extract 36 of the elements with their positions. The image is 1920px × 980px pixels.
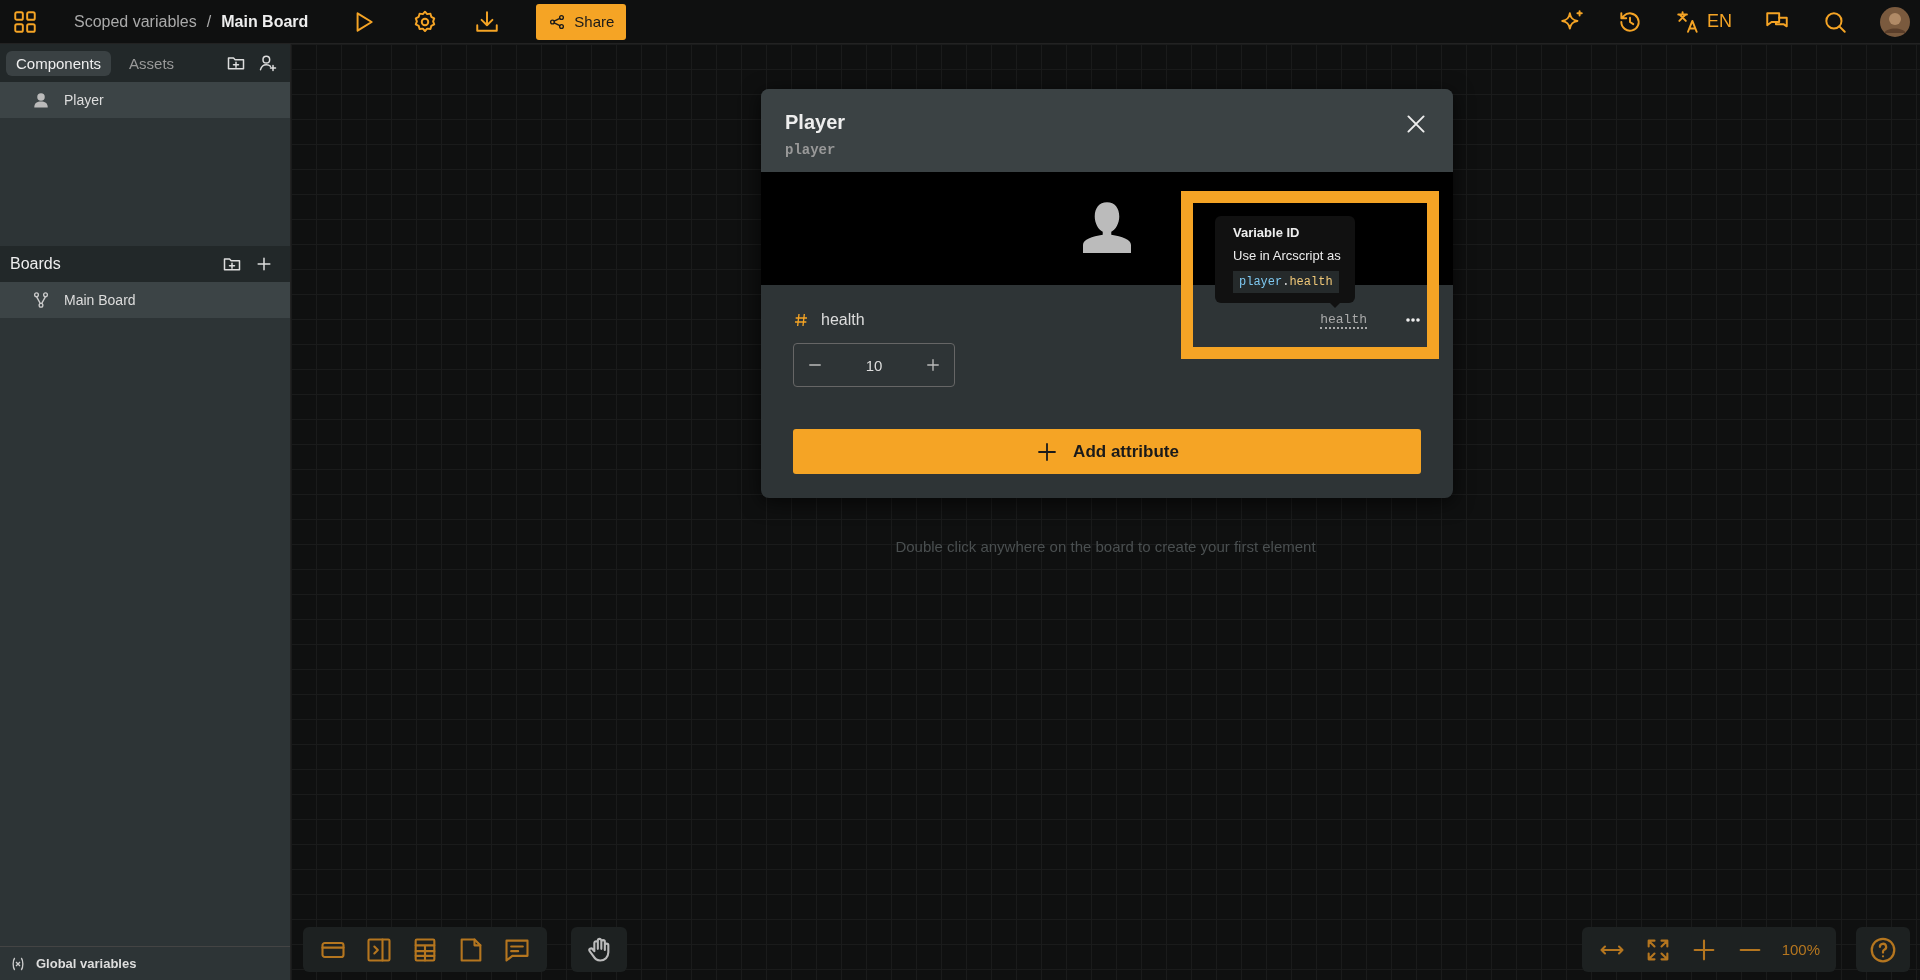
number-icon xyxy=(793,312,809,328)
sidebar-tab[interactable]: Assets xyxy=(119,50,185,76)
breadcrumb-link[interactable]: Main Board xyxy=(221,12,309,31)
share-icon xyxy=(548,12,567,31)
zoom-level: 100% xyxy=(1781,941,1820,958)
person-icon xyxy=(32,91,50,109)
download-icon[interactable] xyxy=(474,8,501,35)
sidebar-tab[interactable]: Components xyxy=(6,50,112,76)
section-title: Boards xyxy=(10,255,61,273)
translate-icon[interactable] xyxy=(1675,8,1701,35)
board-item[interactable]: Main Board xyxy=(0,282,290,318)
tooltip-text: Use in Arcscript as xyxy=(1233,248,1341,263)
breadcrumb-separator: / xyxy=(206,12,212,31)
plus-icon[interactable] xyxy=(924,356,942,374)
attribute-name: health xyxy=(821,311,865,329)
breadcrumb-link[interactable]: Scoped variables xyxy=(74,12,197,31)
tooltip-title: Variable ID xyxy=(1233,225,1301,240)
component-id: player xyxy=(785,142,837,158)
component-item[interactable]: Player xyxy=(0,82,290,118)
empty-board-hint: Double click anywhere on the board to create your first element xyxy=(894,538,1317,555)
number-stepper[interactable]: 10 xyxy=(793,343,955,387)
modal-title: Player xyxy=(785,111,846,134)
add-attribute-button[interactable]: Add attribute xyxy=(793,429,1421,474)
more-icon[interactable] xyxy=(1405,317,1421,323)
user-avatar[interactable] xyxy=(1880,6,1910,37)
global-variables-link[interactable]: Global variables xyxy=(36,956,137,971)
stepper-value: 10 xyxy=(865,356,883,374)
code-snippet: player.health xyxy=(1233,271,1339,293)
language-label[interactable]: EN xyxy=(1707,11,1732,32)
share-button[interactable]: Share xyxy=(536,3,627,40)
add-user-icon[interactable] xyxy=(258,53,278,73)
flow-icon xyxy=(32,291,50,309)
apps-grid-icon[interactable] xyxy=(12,8,38,35)
variable-icon xyxy=(10,955,26,972)
variable-id[interactable]: health xyxy=(1320,311,1367,329)
jump-icon[interactable] xyxy=(365,935,393,964)
